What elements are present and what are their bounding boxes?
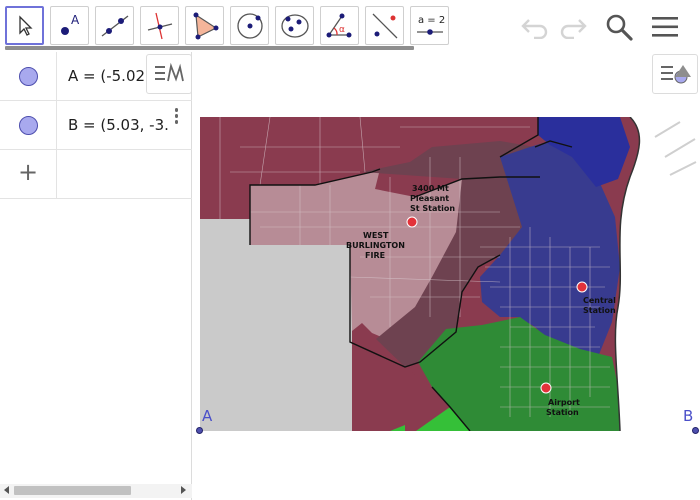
redo-icon [560,19,587,39]
geogebra-app: A α a = 2 A = (-5.02, B = (5.03, -3. + 3… [0,0,700,500]
point-b-label: B [683,407,694,425]
algebra-input-row[interactable]: + [0,150,192,199]
main-menu-button[interactable] [648,10,682,44]
add-item-cell[interactable]: + [0,150,57,198]
slider-icon: a = 2 [416,15,445,35]
algebra-view: A = (-5.02, -3.12) B = (5.03, -3.12) + [0,52,192,500]
label-3400-line3: St Station [410,204,455,213]
reflect-tool[interactable] [365,6,404,45]
algebra-scroll-thumb[interactable] [14,486,131,495]
redo-button[interactable] [556,10,590,44]
point-tool-label: A [71,13,80,27]
line-icon [101,14,128,37]
graphics-style-bar-button[interactable] [652,54,698,94]
angle-icon: α [326,13,351,37]
toolbar-scrollbar[interactable] [5,46,414,50]
ellipse-tool[interactable] [275,6,314,45]
algebra-row-b[interactable]: B = (5.03, -3.12) [0,101,192,150]
angle-tool-label: α [339,25,345,35]
plus-icon[interactable]: + [18,160,38,184]
label-west-line2: BURLINGTON [346,241,405,250]
ellipse-icon [280,13,309,38]
circle-center-icon [236,12,263,39]
polygon-icon [193,12,218,39]
algebra-input-b[interactable]: B = (5.03, -3.12) [68,116,168,134]
line-tool[interactable] [95,6,134,45]
point-a-label: A [202,407,213,425]
graphics-style-icon [661,65,691,84]
point-icon: A [60,13,80,35]
marble-icon[interactable] [18,115,38,135]
search-icon [606,14,633,41]
algebra-more-options[interactable] [174,109,180,127]
marble-icon[interactable] [18,66,38,86]
label-central-line1: Central [583,296,616,305]
circle-center-point-tool[interactable] [230,6,269,45]
label-3400-line2: Pleasant [410,194,449,203]
undo-icon [521,19,548,39]
undo-button[interactable] [518,10,552,44]
perpendicular-line-tool[interactable] [140,6,179,45]
perpendicular-icon [147,12,172,39]
move-tool[interactable] [5,6,44,45]
label-airport-line1: Airport [548,398,580,407]
label-west-line1: WEST [363,231,389,240]
point-tool[interactable]: A [50,6,89,45]
scroll-right-arrow-icon[interactable] [181,486,186,494]
reflect-icon [372,13,397,38]
hamburger-menu-icon [652,17,678,37]
fire-district-map-image[interactable]: 3400 Mt Pleasant St Station WEST BURLING… [200,117,698,431]
visibility-toggle-a[interactable] [0,52,57,100]
point-b[interactable] [692,427,699,434]
slider-tool-label: a = 2 [418,15,445,26]
point-a[interactable] [196,427,203,434]
label-airport-line2: Station [546,408,579,417]
visibility-toggle-b[interactable] [0,101,57,149]
label-3400-line1: 3400 Mt [412,184,449,193]
angle-tool[interactable]: α [320,6,359,45]
algebra-style-bar-button[interactable] [146,54,192,94]
toolbar: A α a = 2 [0,0,700,52]
label-central-line2: Station [583,306,616,315]
label-west-line3: FIRE [365,251,385,260]
scroll-left-arrow-icon[interactable] [4,486,9,494]
polygon-tool[interactable] [185,6,224,45]
search-button[interactable] [602,10,636,44]
cursor-arrow-icon [18,14,33,36]
algebra-style-icon [155,62,184,82]
slider-tool[interactable]: a = 2 [410,6,449,45]
